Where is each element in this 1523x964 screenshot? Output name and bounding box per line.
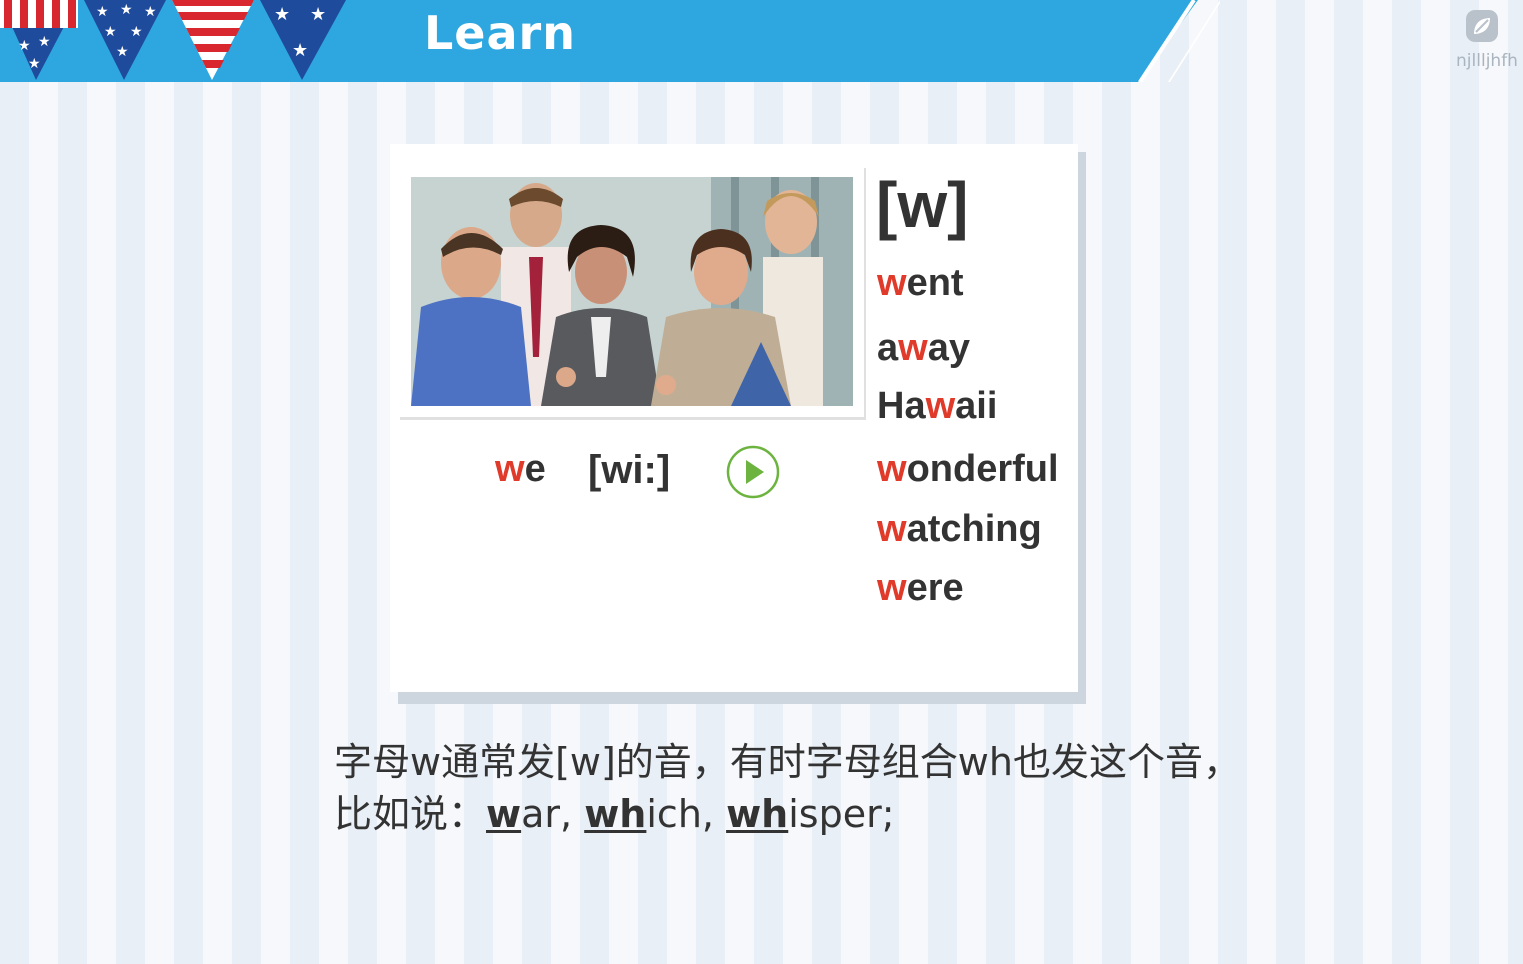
example-underline: wh — [584, 792, 647, 836]
description-prefix: 比如说： — [334, 792, 487, 836]
list-item: away — [877, 327, 970, 370]
example-phonetic: [wi:] — [588, 448, 671, 492]
word-prefix: Ha — [877, 385, 926, 427]
description-line-2: 比如说：war, which, whisper; — [334, 788, 1241, 840]
play-audio-button[interactable] — [726, 445, 780, 499]
word-highlight: w — [877, 508, 907, 550]
play-icon — [726, 445, 780, 499]
list-item: wonderful — [877, 448, 1059, 491]
word-suffix: ere — [906, 567, 964, 609]
list-item: Hawaii — [877, 385, 997, 428]
svg-text:★: ★ — [130, 23, 143, 39]
svg-text:★: ★ — [104, 23, 117, 39]
example-rest: isper; — [788, 792, 895, 836]
brand-logo: njllljhfh — [1452, 8, 1518, 71]
list-item: were — [877, 567, 964, 610]
page-title: Learn — [424, 6, 576, 60]
svg-text:★: ★ — [28, 55, 41, 71]
svg-text:★: ★ — [274, 4, 290, 24]
word-suffix: ent — [906, 262, 964, 304]
word-highlight: w — [877, 448, 907, 490]
word-suffix: aii — [955, 385, 998, 427]
group-of-people-photo — [411, 177, 853, 406]
example-word-rest: e — [524, 448, 546, 490]
svg-text:★: ★ — [96, 3, 109, 19]
logo-text: njllljhfh — [1456, 51, 1518, 71]
svg-text:★: ★ — [310, 4, 326, 24]
svg-text:★: ★ — [120, 1, 133, 17]
example-underline: wh — [726, 792, 789, 836]
leaf-logo-icon — [1466, 10, 1498, 42]
example-rest: ich, — [646, 792, 727, 836]
example-underline: w — [486, 792, 522, 836]
word-highlight: w — [925, 385, 956, 427]
example-word-highlight: w — [495, 448, 525, 490]
svg-text:★: ★ — [116, 43, 129, 59]
description-line-1: 字母w通常发[w]的音，有时字母组合wh也发这个音， — [334, 740, 1241, 784]
svg-text:★: ★ — [18, 37, 31, 53]
svg-text:★: ★ — [292, 40, 308, 60]
word-highlight: w — [877, 262, 907, 304]
example-rest: ar, — [521, 792, 585, 836]
banner-graphic: ★ ★ ★ ★ ★ ★ ★ ★ ★ ★ ★ ★ — [0, 0, 1220, 82]
description-text: 字母w通常发[w]的音，有时字母组合wh也发这个音， 比如说：war, whic… — [334, 736, 1241, 840]
example-word: we — [495, 448, 546, 491]
svg-text:★: ★ — [144, 3, 157, 19]
list-item: watching — [877, 508, 1042, 551]
word-prefix: a — [877, 327, 899, 369]
word-highlight: w — [898, 327, 928, 369]
svg-text:★: ★ — [38, 33, 51, 49]
list-item: went — [877, 262, 964, 305]
word-suffix: onderful — [906, 448, 1059, 490]
word-suffix: ay — [927, 327, 970, 369]
word-highlight: w — [877, 567, 907, 609]
phoneme-symbol: [w] — [876, 169, 969, 241]
header-banner: ★ ★ ★ ★ ★ ★ ★ ★ ★ ★ ★ ★ Learn — [0, 0, 1220, 82]
group-photo — [411, 177, 853, 406]
word-suffix: atching — [906, 508, 1042, 550]
